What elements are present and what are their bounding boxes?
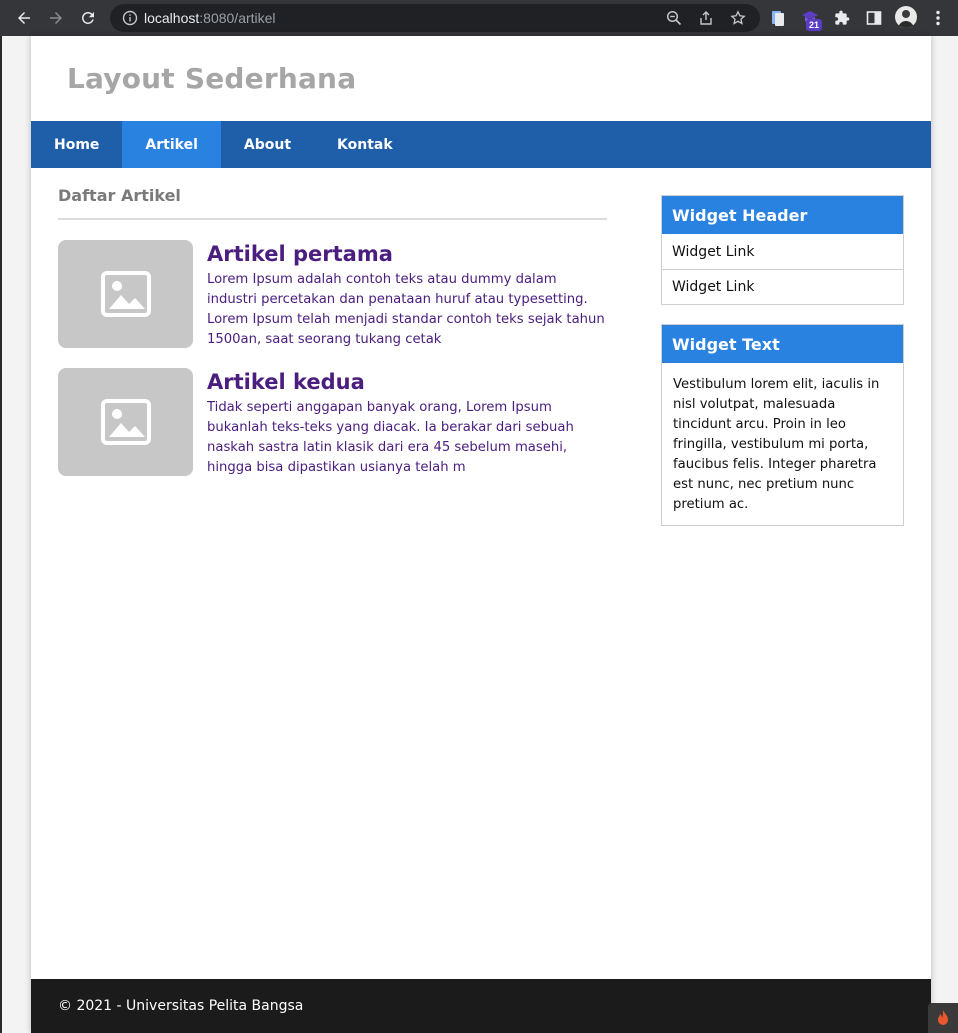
article-list: Daftar Artikel Artikel pertama Lorem Ips… [58, 186, 607, 476]
image-placeholder-icon [58, 240, 193, 348]
article-excerpt: Lorem Ipsum adalah contoh teks atau dumm… [207, 272, 605, 347]
article-title[interactable]: Artikel pertama [207, 240, 393, 268]
main-nav: Home Artikel About Kontak [31, 121, 931, 168]
extensions-puzzle-icon[interactable] [832, 8, 852, 28]
nav-artikel[interactable]: Artikel [122, 121, 221, 168]
extension-badge: 21 [806, 19, 823, 31]
nav-kontak[interactable]: Kontak [314, 121, 416, 168]
browser-toolbar: localhost:8080/artikel 21 [0, 0, 958, 36]
url-text: localhost:8080/artikel [144, 10, 276, 26]
nav-home[interactable]: Home [31, 121, 122, 168]
article-excerpt: Tidak seperti anggapan banyak orang, Lor… [207, 400, 574, 475]
url-host: localhost [144, 10, 200, 26]
article-title[interactable]: Artikel kedua [207, 368, 365, 396]
widget-text-body: Vestibulum lorem elit, iaculis in nisl v… [673, 377, 880, 512]
share-icon[interactable] [698, 10, 714, 26]
nav-about[interactable]: About [221, 121, 314, 168]
site-title: Layout Sederhana [67, 62, 357, 95]
profile-avatar[interactable] [895, 6, 917, 28]
zoom-icon[interactable] [666, 10, 682, 26]
reload-icon[interactable] [76, 6, 100, 30]
side-panel-icon[interactable] [864, 8, 884, 28]
back-arrow-icon[interactable] [12, 6, 36, 30]
section-title: Daftar Artikel [58, 186, 607, 220]
widget-text: Widget Text Vestibulum lorem elit, iacul… [661, 324, 904, 526]
flame-icon[interactable] [928, 1003, 958, 1033]
site-container: Layout Sederhana Home Artikel About Kont… [31, 36, 931, 1033]
url-path: :8080/artikel [199, 10, 276, 26]
more-menu-icon[interactable] [928, 8, 948, 28]
address-bar[interactable]: localhost:8080/artikel [110, 4, 760, 32]
bookmark-star-icon[interactable] [730, 10, 746, 26]
widget-link[interactable]: Widget Link [662, 269, 903, 304]
extension-docs-icon[interactable] [768, 8, 788, 28]
site-header: Layout Sederhana [31, 36, 931, 121]
widget-header: Widget Header [662, 196, 903, 234]
site-footer: © 2021 - Universitas Pelita Bangsa [31, 979, 931, 1033]
widget-text-header: Widget Text [662, 325, 903, 363]
window-edge [0, 36, 2, 1033]
footer-copyright: © 2021 - Universitas Pelita Bangsa [58, 998, 304, 1014]
widget-links: Widget Header Widget Link Widget Link [661, 195, 904, 305]
widget-link[interactable]: Widget Link [662, 234, 903, 269]
sidebar: Widget Header Widget Link Widget Link Wi… [661, 195, 904, 526]
image-placeholder-icon [58, 368, 193, 476]
forward-arrow-icon[interactable] [44, 6, 68, 30]
site-info-icon[interactable] [122, 10, 138, 26]
article-item: Artikel pertama Lorem Ipsum adalah conto… [58, 240, 607, 350]
article-item: Artikel kedua Tidak seperti anggapan ban… [58, 368, 607, 478]
